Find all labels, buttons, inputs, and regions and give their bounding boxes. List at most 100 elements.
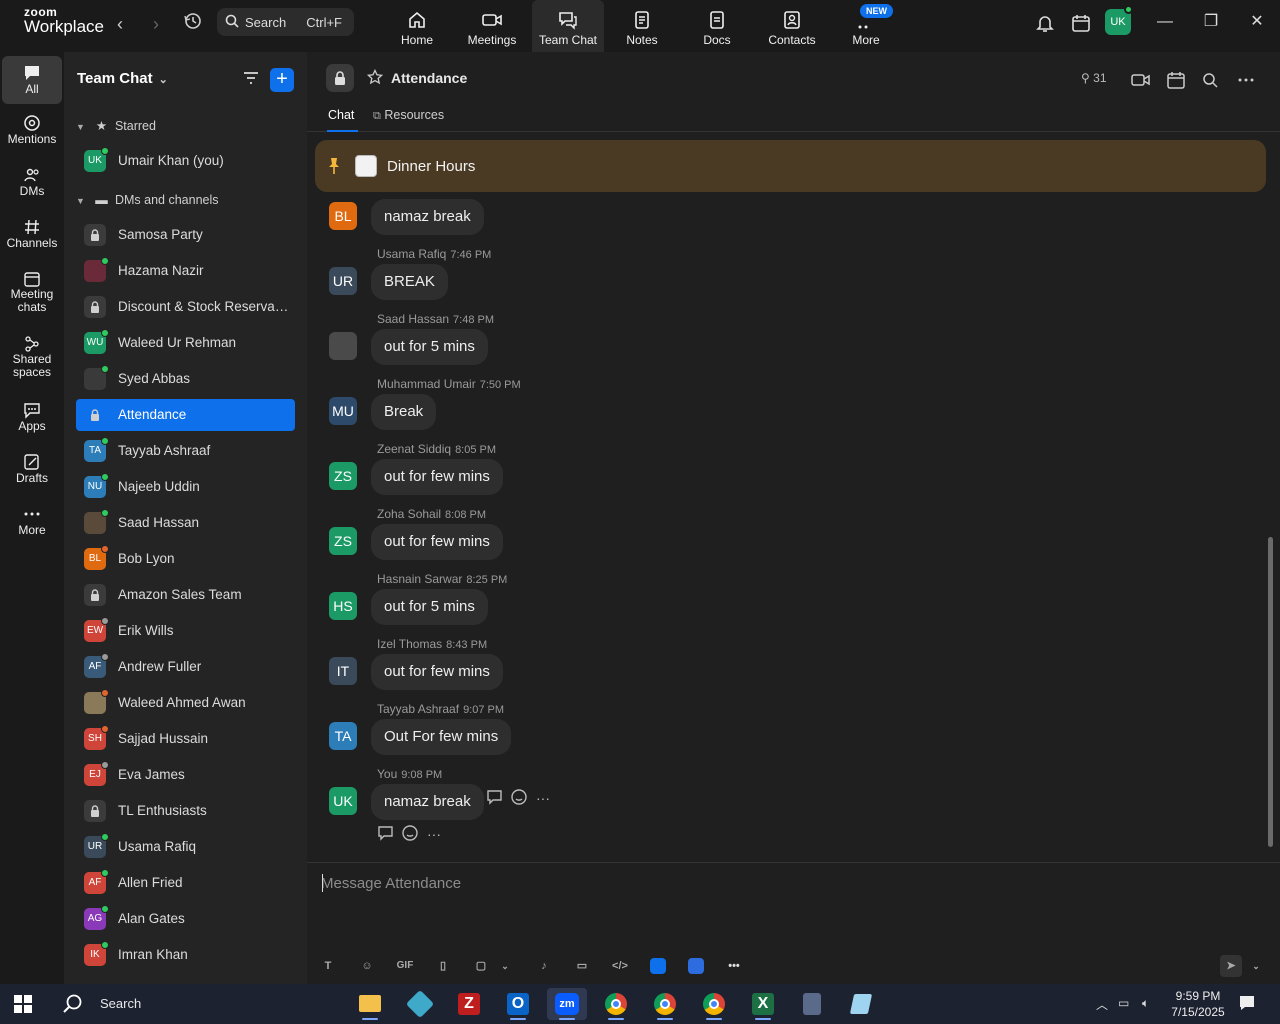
chat-list-item[interactable]: AF Andrew Fuller (76, 651, 295, 683)
chat-list-item[interactable]: UR Usama Rafiq (76, 831, 295, 863)
sender-avatar[interactable]: IT (329, 657, 357, 685)
history-icon[interactable] (182, 10, 206, 34)
volume-icon[interactable]: 🔈︎ (1142, 996, 1149, 1011)
network-icon[interactable]: ▭ (1118, 996, 1129, 1010)
chat-list-item[interactable]: EJ Eva James (76, 759, 295, 791)
new-chat-button[interactable]: + (270, 68, 294, 92)
team-chat-dropdown[interactable]: Team Chat ⌄ (77, 70, 168, 87)
nav-meetings[interactable]: Meetings (456, 0, 528, 52)
members-count[interactable]: ⚲ 31 (1081, 71, 1107, 85)
nav-team-chat[interactable]: Team Chat (532, 0, 604, 52)
chat-list-item[interactable]: Syed Abbas (76, 363, 295, 395)
message-input[interactable] (321, 871, 1221, 895)
chat-list-item[interactable]: Discount & Stock Reservati... (76, 291, 295, 323)
sender-avatar[interactable] (329, 332, 357, 360)
notepad-app-icon[interactable] (841, 988, 881, 1020)
sender-name[interactable]: Usama Rafiq (377, 247, 446, 261)
zoom-taskbar-icon[interactable]: zm (547, 988, 587, 1020)
pinned-message-banner[interactable]: Dinner Hours (315, 140, 1266, 192)
tab-resources[interactable]: ⧉ Resources (373, 108, 444, 123)
sender-avatar[interactable]: UK (329, 787, 357, 815)
send-icon[interactable]: ➤ (1220, 955, 1242, 977)
taskbar-clock[interactable]: 9:59 PM 7/15/2025 (1170, 988, 1226, 1020)
sender-name[interactable]: Zeenat Siddiq (377, 442, 451, 456)
chat-list-item[interactable]: UK Umair Khan (you) (76, 145, 295, 177)
text-format-icon[interactable]: T (317, 955, 339, 977)
calculator-icon[interactable] (792, 988, 832, 1020)
rail-apps[interactable]: Apps (2, 401, 62, 433)
rail-shared-spaces[interactable]: Shared spaces (2, 335, 62, 379)
excel-icon[interactable]: X (743, 988, 783, 1020)
starred-section-header[interactable]: ▼ ★ Starred (76, 116, 156, 136)
chat-list-item[interactable]: Amazon Sales Team (76, 579, 295, 611)
chevron-down-icon[interactable]: ⌄ (494, 955, 516, 977)
rail-channels[interactable]: Channels (2, 218, 62, 250)
code-snippet-icon[interactable]: </> (609, 955, 631, 977)
rail-dms[interactable]: DMs (2, 166, 62, 198)
file-icon[interactable]: ▯ (432, 955, 454, 977)
rail-meeting-chats[interactable]: Meeting chats (2, 270, 62, 314)
favorite-star-icon[interactable] (366, 68, 384, 90)
screenshot-icon[interactable]: ▢ (470, 955, 492, 977)
emoji-reaction-icon[interactable] (510, 788, 528, 811)
sender-avatar[interactable]: BL (329, 202, 357, 230)
tab-chat[interactable]: Chat (328, 108, 354, 122)
sender-name[interactable]: Hasnain Sarwar (377, 572, 462, 586)
channel-title[interactable]: Attendance (391, 70, 467, 86)
rail-mentions[interactable]: Mentions (2, 114, 62, 146)
gif-button[interactable]: GIF (394, 955, 416, 977)
filezilla-icon[interactable]: Z (449, 988, 489, 1020)
nav-home[interactable]: Home (381, 0, 453, 52)
taskbar-search-icon[interactable] (62, 993, 84, 1020)
filter-icon[interactable] (242, 70, 260, 91)
file-explorer-icon[interactable] (350, 988, 390, 1020)
channel-lock-button[interactable] (326, 64, 354, 92)
chat-list-item[interactable]: BL Bob Lyon (76, 543, 295, 575)
sender-name[interactable]: Zoha Sohail (377, 507, 441, 521)
notifications-bell-icon[interactable] (1034, 12, 1056, 34)
notification-center-icon[interactable] (1238, 994, 1256, 1015)
chrome-profile-3-icon[interactable] (694, 988, 734, 1020)
chat-list-item[interactable]: TA Tayyab Ashraaf (76, 435, 295, 467)
sender-avatar[interactable]: HS (329, 592, 357, 620)
sender-name[interactable]: Izel Thomas (377, 637, 442, 651)
chat-list-item[interactable]: IK Imran Khan (76, 939, 295, 971)
more-actions-icon[interactable]: ··· (427, 826, 441, 842)
calendar-widget-icon[interactable] (1070, 12, 1092, 34)
message-scrollbar[interactable] (1268, 537, 1273, 847)
rail-more[interactable]: More (2, 505, 62, 537)
chat-list-item[interactable]: SH Sajjad Hussain (76, 723, 295, 755)
maximize-icon[interactable]: ❐ (1196, 10, 1226, 34)
microphone-icon[interactable]: ♪ (533, 955, 555, 977)
minimize-icon[interactable]: — (1150, 10, 1180, 34)
search-in-chat-icon[interactable] (1199, 69, 1221, 91)
sender-name[interactable]: Muhammad Umair (377, 377, 476, 391)
chat-list-item[interactable]: Samosa Party (76, 219, 295, 251)
windows-start-icon[interactable] (14, 995, 32, 1018)
chat-list-item[interactable]: WU Waleed Ur Rehman (76, 327, 295, 359)
chat-list-item[interactable]: Hazama Nazir (76, 255, 295, 287)
nav-notes[interactable]: Notes (606, 0, 678, 52)
nav-contacts[interactable]: Contacts (756, 0, 828, 52)
reply-icon[interactable] (486, 788, 504, 811)
chat-list-item[interactable]: Attendance (76, 399, 295, 431)
forward-arrow-icon[interactable]: › (144, 12, 168, 36)
rail-all[interactable]: All (2, 56, 62, 104)
emoji-reaction-icon[interactable] (401, 824, 419, 847)
app-integration-icon[interactable] (647, 955, 669, 977)
chat-list-item[interactable]: NU Najeeb Uddin (76, 471, 295, 503)
global-search[interactable]: Search Ctrl+F (217, 8, 354, 36)
chrome-profile-2-icon[interactable] (645, 988, 685, 1020)
start-meeting-video-icon[interactable] (1130, 69, 1152, 91)
send-options-chevron-icon[interactable]: ⌄ (1245, 955, 1267, 977)
more-tools-icon[interactable]: ••• (723, 955, 745, 977)
close-icon[interactable]: ✕ (1242, 10, 1272, 34)
chat-list-item[interactable]: AF Allen Fried (76, 867, 295, 899)
chrome-icon[interactable] (596, 988, 636, 1020)
rail-drafts[interactable]: Drafts (2, 453, 62, 485)
sender-avatar[interactable]: ZS (329, 462, 357, 490)
chat-list-item[interactable]: TL Enthusiasts (76, 795, 295, 827)
sender-avatar[interactable]: MU (329, 397, 357, 425)
sender-avatar[interactable]: ZS (329, 527, 357, 555)
more-options-icon[interactable] (1235, 69, 1257, 91)
